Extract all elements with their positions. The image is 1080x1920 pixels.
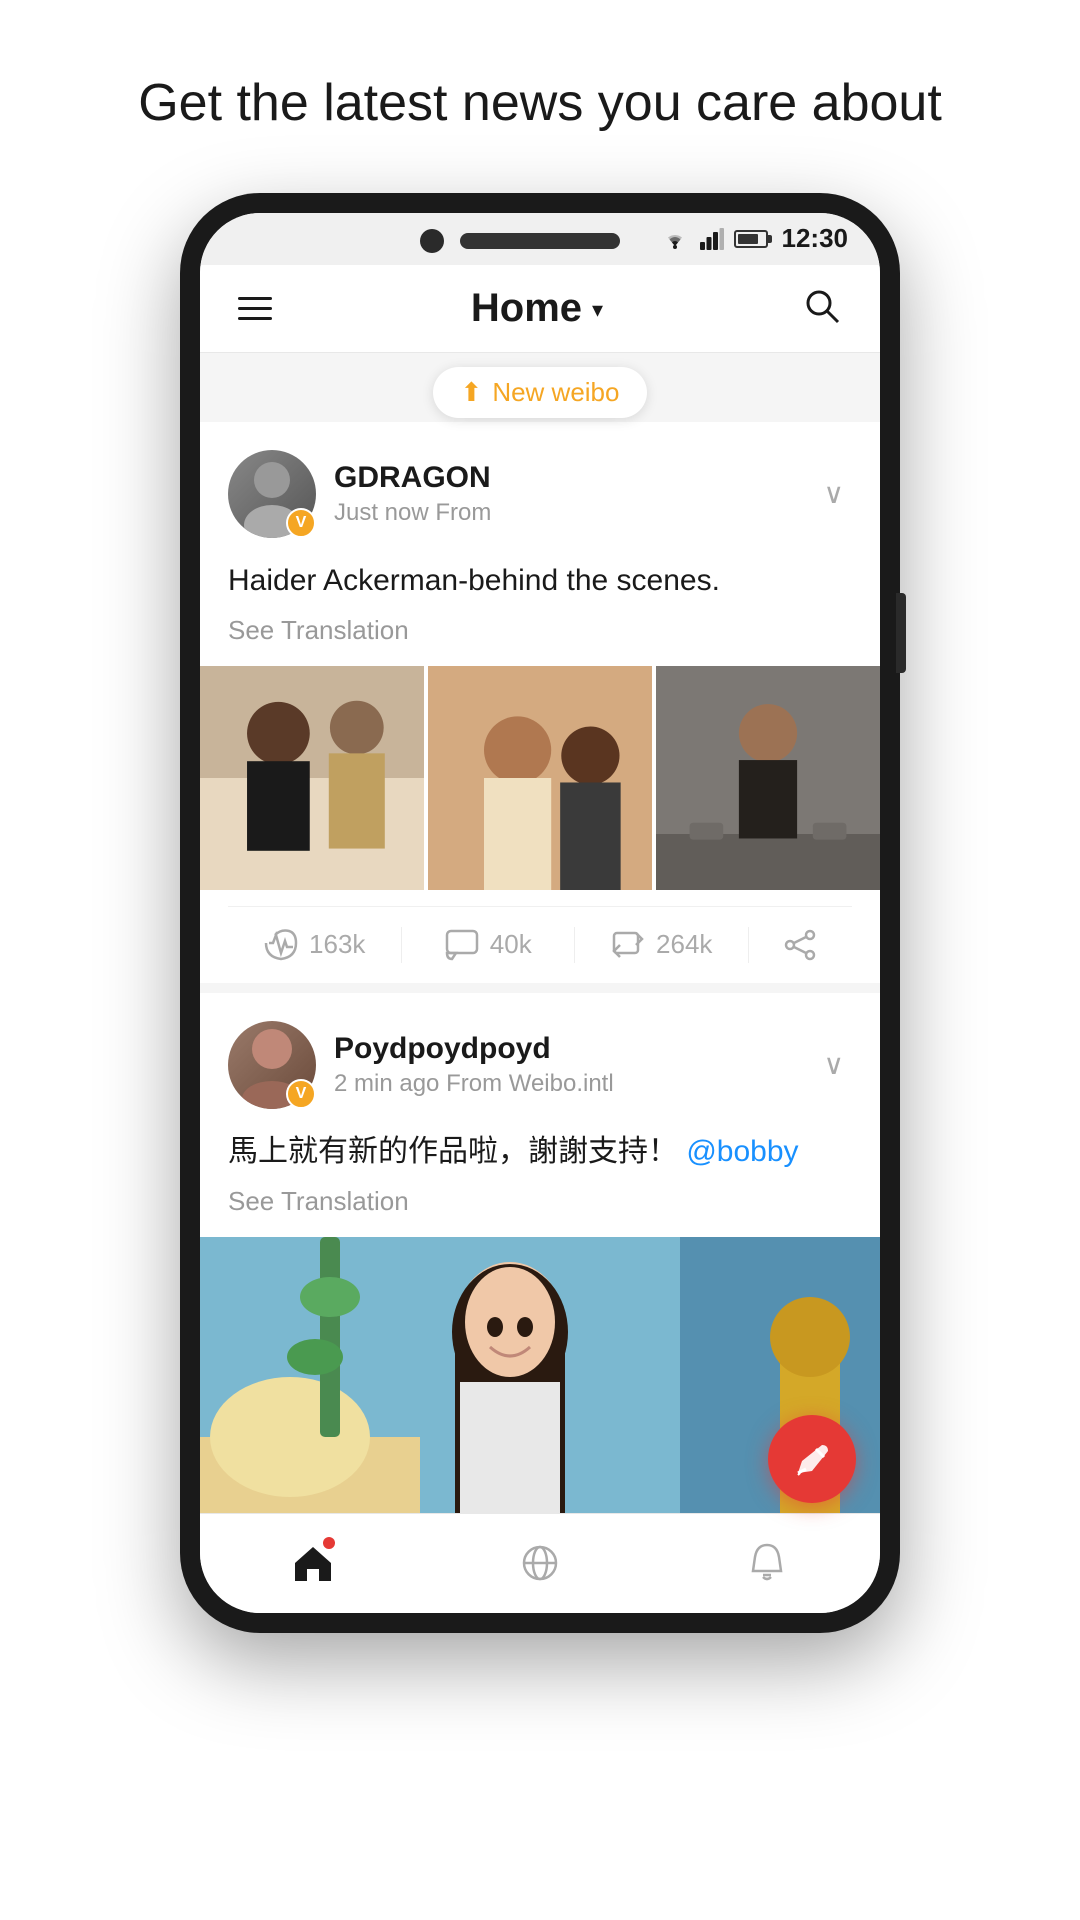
post-2-see-translation[interactable]: See Translation xyxy=(228,1186,852,1217)
like-icon xyxy=(263,927,299,963)
vip-badge-gdragon: V xyxy=(286,508,316,538)
post-1-image-grid xyxy=(200,666,880,890)
bottom-nav-home[interactable] xyxy=(200,1541,427,1585)
status-icons xyxy=(660,228,768,250)
page-headline: Get the latest news you care about xyxy=(78,70,1002,138)
post-2-meta: Poydpoydpoyd 2 min ago From Weibo.intl xyxy=(334,1032,614,1098)
repost-icon xyxy=(610,927,646,963)
post-1-header-left: V GDRAGON Just now From xyxy=(228,450,491,538)
nav-title-area[interactable]: Home ▾ xyxy=(471,286,603,331)
signal-icon xyxy=(700,228,724,250)
post-1-header: V GDRAGON Just now From ∨ xyxy=(228,450,852,538)
hamburger-button[interactable] xyxy=(228,287,282,330)
post-1-time: Just now From xyxy=(334,499,491,527)
hamburger-line-1 xyxy=(238,297,272,300)
new-weibo-pill[interactable]: ⬆ New weibo xyxy=(433,367,648,418)
avatar-gdragon[interactable]: V xyxy=(228,450,316,538)
bottom-nav-explore[interactable] xyxy=(427,1541,654,1585)
phone-speaker xyxy=(460,233,620,249)
bell-icon xyxy=(745,1541,789,1585)
hamburger-line-2 xyxy=(238,307,272,310)
dropdown-icon: ▾ xyxy=(592,297,603,323)
post-2-time: 2 min ago From Weibo.intl xyxy=(334,1070,614,1098)
post-1-like-button[interactable]: 163k xyxy=(228,927,401,963)
post-1-repost-button[interactable]: 264k xyxy=(575,927,748,963)
nav-title: Home xyxy=(471,286,582,331)
bottom-nav xyxy=(200,1513,880,1613)
post-1-comment-count: 40k xyxy=(490,929,532,960)
content-area[interactable]: ⬆ New weibo xyxy=(200,353,880,1513)
phone-camera xyxy=(420,229,444,253)
phone-screen: 12:30 Home ▾ xyxy=(200,213,880,1613)
post-1-image-1[interactable] xyxy=(200,666,424,890)
status-time: 12:30 xyxy=(782,223,849,254)
new-weibo-banner: ⬆ New weibo xyxy=(200,353,880,422)
post-2-header: V Poydpoydpoyd 2 min ago From Weibo.intl… xyxy=(228,1021,852,1109)
post-1-image-3[interactable] xyxy=(656,666,880,890)
post-1-action-bar: 163k 40k xyxy=(228,906,852,983)
screen-inner: ⬆ New weibo xyxy=(200,353,880,1613)
post-1-see-translation[interactable]: See Translation xyxy=(228,615,852,646)
new-weibo-label: New weibo xyxy=(492,377,619,408)
post-2-text: 馬上就有新的作品啦，謝謝支持！ @bobby xyxy=(228,1129,852,1174)
vip-badge-poyd: V xyxy=(286,1079,316,1109)
post-1-image-2[interactable] xyxy=(428,666,652,890)
hamburger-line-3 xyxy=(238,317,272,320)
avatar-poyd[interactable]: V xyxy=(228,1021,316,1109)
post-1-repost-count: 264k xyxy=(656,929,712,960)
post-1-share-button[interactable] xyxy=(749,927,853,963)
post-card-1: V GDRAGON Just now From ∨ Haider Ackerma xyxy=(200,422,880,983)
phone-side-button xyxy=(896,593,906,673)
search-button[interactable] xyxy=(792,276,852,341)
post-2-header-left: V Poydpoydpoyd 2 min ago From Weibo.intl xyxy=(228,1021,614,1109)
post-2-chevron-icon[interactable]: ∨ xyxy=(816,1040,853,1089)
battery-icon xyxy=(734,230,768,248)
wifi-icon xyxy=(660,228,690,250)
share-icon xyxy=(782,927,818,963)
post-1-meta: GDRAGON Just now From xyxy=(334,461,491,527)
post-2-mention[interactable]: @bobby xyxy=(686,1135,798,1168)
post-1-chevron-icon[interactable]: ∨ xyxy=(816,469,853,518)
phone-frame: 12:30 Home ▾ xyxy=(180,193,900,1633)
bottom-nav-notifications[interactable] xyxy=(653,1541,880,1585)
explore-icon xyxy=(518,1541,562,1585)
comment-icon xyxy=(444,927,480,963)
top-nav: Home ▾ xyxy=(200,265,880,353)
new-weibo-arrow-icon: ⬆ xyxy=(461,377,483,408)
post-2-username: Poydpoydpoyd xyxy=(334,1032,614,1066)
post-1-text: Haider Ackerman-behind the scenes. xyxy=(228,558,852,603)
post-1-username: GDRAGON xyxy=(334,461,491,495)
post-1-comment-button[interactable]: 40k xyxy=(402,927,575,963)
post-1-like-count: 163k xyxy=(309,929,365,960)
compose-fab-button[interactable] xyxy=(768,1415,856,1503)
